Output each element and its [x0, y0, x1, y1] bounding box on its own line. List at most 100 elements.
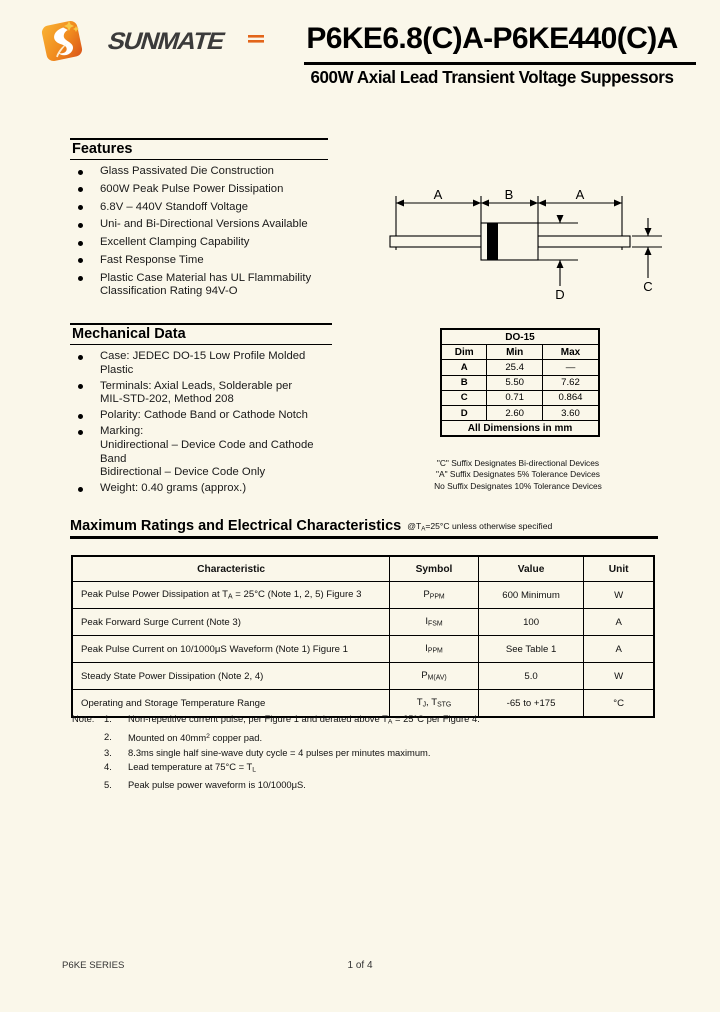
value-cell: 100: [477, 608, 585, 636]
note-text: Mounted on 40mm: [128, 732, 207, 744]
bullet-icon: [78, 354, 83, 360]
mechanical-data-heading: Mechanical Data: [72, 325, 186, 342]
list-item: Excellent Clamping Capability: [70, 236, 328, 250]
dim-table-footer: All Dimensions in mm: [440, 420, 600, 437]
list-item: 600W Peak Pulse Power Dissipation: [70, 183, 328, 197]
max-cell: —: [542, 359, 600, 376]
feature-text: Excellent Clamping Capability: [100, 236, 250, 249]
list-item: Plastic Case Material has UL Flammabilit…: [70, 272, 328, 299]
bullet-icon: [78, 276, 83, 282]
min-cell: 2.60: [486, 404, 543, 422]
list-item: Marking: Unidirectional – Device Code an…: [70, 425, 332, 479]
min-cell: 0.71: [486, 389, 543, 406]
bullet-icon: [78, 384, 83, 390]
table-row: Peak Forward Surge Current (Note 3) IFSM…: [71, 608, 655, 636]
min-cell: 25.4: [486, 359, 543, 376]
dim-label-b: B: [505, 187, 514, 202]
dim-label-c: C: [643, 279, 652, 294]
unit-cell: A: [583, 635, 655, 663]
table-row: D 2.60 3.60: [440, 404, 600, 422]
dimensions-table: DO-15 Dim Min Max A 25.4 — B 5.50 7.62 C…: [440, 328, 600, 438]
package-outline-drawing: A B A D C: [389, 187, 662, 302]
datasheet-page: SUNMATE P6KE6.8(C)A-P6KE440(C)A 600W Axi…: [0, 0, 720, 1012]
page-footer: P6KE SERIES 1 of 4: [0, 960, 720, 980]
list-item: Uni- and Bi-Directional Versions Availab…: [70, 218, 328, 232]
table-row: Steady State Power Dissipation (Note 2, …: [71, 662, 655, 690]
feature-text: 6.8V – 440V Standoff Voltage: [100, 200, 249, 213]
mech-text-line2: Unidirectional – Device Code and Cathode…: [100, 439, 314, 465]
suffix-notes: "C" Suffix Designates Bi-directional Dev…: [418, 458, 618, 492]
unit-cell: W: [583, 581, 655, 609]
feature-text: Glass Passivated Die Construction: [100, 165, 274, 177]
dim-cell: A: [440, 359, 488, 376]
table-row: All Dimensions in mm: [440, 420, 600, 437]
sunmate-flame-logo-icon: [41, 20, 83, 62]
feature-text: 600W Peak Pulse Power Dissipation: [100, 182, 284, 195]
suffix-note-none: No Suffix Designates 10% Tolerance Devic…: [434, 480, 602, 491]
value-cell: 600 Minimum: [477, 581, 585, 609]
max-ratings-header: Maximum Ratings and Electrical Character…: [70, 518, 658, 536]
page-header: SUNMATE P6KE6.8(C)A-P6KE440(C)A 600W Axi…: [0, 0, 720, 125]
value-cell: See Table 1: [477, 635, 585, 663]
unit-cell: A: [583, 608, 655, 636]
bullet-icon: [78, 222, 83, 228]
note-number: 4.: [104, 761, 112, 773]
characteristic-cell: Steady State Power Dissipation (Note 2, …: [71, 662, 391, 690]
svg-text:SUNMATE: SUNMATE: [105, 28, 228, 55]
mechanical-data-list: Case: JEDEC DO-15 Low Profile Molded Pla…: [70, 350, 332, 496]
list-item: Polarity: Cathode Band or Cathode Notch: [70, 409, 332, 423]
mech-text: Weight: 0.40 grams (approx.): [100, 482, 247, 495]
note-row: 2. Mounted on 40mm2 copper pad.: [104, 731, 263, 744]
list-item: Weight: 0.40 grams (approx.): [70, 482, 332, 496]
note-text: Peak pulse power waveform is 10/1000μS.: [128, 779, 306, 791]
unit-cell: W: [583, 662, 655, 690]
note-text: Lead temperature at 75°C = T: [128, 761, 253, 773]
table-row: Dim Min Max: [440, 344, 600, 361]
dim-cell: C: [440, 389, 488, 406]
features-heading: Features: [72, 140, 133, 157]
bullet-icon: [78, 429, 83, 435]
col-header-characteristic: Characteristic: [71, 555, 391, 582]
page-subtitle: 600W Axial Lead Transient Voltage Suppes…: [310, 67, 674, 87]
unit-cell: °C: [583, 689, 655, 718]
cathode-band: [487, 223, 498, 260]
note-number: 1.: [104, 713, 112, 724]
list-item: Case: JEDEC DO-15 Low Profile Molded Pla…: [70, 350, 332, 377]
title-divider: [304, 62, 696, 65]
note-row: 5. Peak pulse power waveform is 10/1000μ…: [72, 778, 542, 793]
dim-col-header: Dim: [440, 344, 488, 361]
note-text: 8.3ms single half sine-wave duty cycle =…: [128, 746, 431, 758]
characteristic-cell: Peak Pulse Current on 10/1000μS Waveform…: [71, 635, 391, 663]
list-item: 6.8V – 440V Standoff Voltage: [70, 201, 328, 215]
company-logo: SUNMATE: [36, 12, 276, 70]
mech-text: Marking:: [100, 425, 144, 438]
company-name-wordmark: SUNMATE: [105, 28, 264, 55]
max-cell: 3.60: [542, 404, 600, 422]
table-row: DO-15: [440, 328, 600, 346]
dim-cell: B: [440, 374, 488, 391]
feature-text: Uni- and Bi-Directional Versions Availab…: [100, 218, 308, 231]
feature-text-line2: Classification Rating 94V-O: [100, 285, 238, 298]
bullet-icon: [78, 205, 83, 211]
table-row: C 0.71 0.864: [440, 389, 600, 406]
table-header-row: Characteristic Symbol Value Unit: [71, 555, 655, 582]
bullet-icon: [78, 240, 83, 246]
note-text: Non-repetitive current pulse, per Figure…: [128, 713, 388, 724]
col-header-value: Value: [477, 555, 585, 582]
title-block: P6KE6.8(C)A-P6KE440(C)A 600W Axial Lead …: [286, 22, 698, 88]
max-ratings-rule: [70, 536, 658, 539]
mech-bottom-rule: [70, 343, 332, 345]
table-row: Peak Pulse Power Dissipation at TA = 25°…: [71, 581, 655, 609]
notes-section: Note: 1. Non-repetitive current pulse, p…: [72, 712, 542, 793]
max-col-header: Max: [542, 344, 600, 361]
bullet-icon: [78, 187, 83, 193]
note-number: 2.: [104, 731, 112, 743]
max-cell: 7.62: [542, 374, 600, 391]
characteristic-cell: Peak Forward Surge Current (Note 3): [71, 608, 391, 636]
symbol-cell: IFSM: [389, 608, 479, 636]
page-title: P6KE6.8(C)A-P6KE440(C)A: [306, 22, 678, 55]
symbol-cell: PPPM: [389, 581, 479, 609]
symbol-cell: PM(AV): [389, 662, 479, 690]
table-row: A 25.4 —: [440, 359, 600, 376]
dim-label-a-left: A: [434, 187, 443, 202]
